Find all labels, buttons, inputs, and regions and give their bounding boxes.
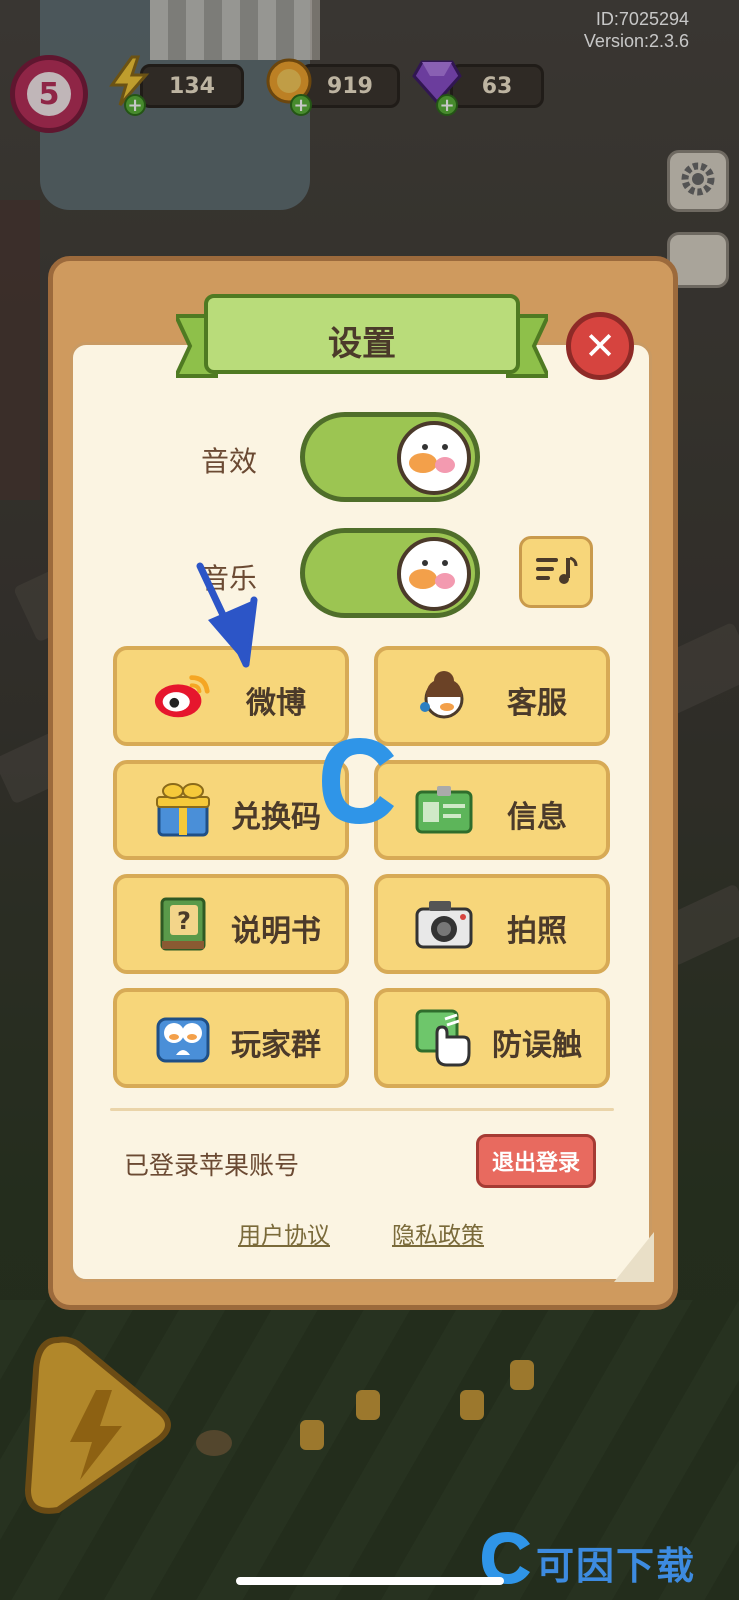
sound-effects-label: 音效 [201, 445, 258, 478]
weibo-icon [153, 666, 213, 726]
weibo-label: 微博 [246, 686, 306, 721]
manual-icon: ? [153, 894, 213, 954]
touch-guard-icon [414, 1008, 474, 1068]
login-status: 已登录苹果账号 [124, 1151, 300, 1180]
customer-service-label: 客服 [507, 686, 567, 721]
manual-label: 说明书 [231, 914, 321, 949]
player-group-button[interactable]: 玩家群 [113, 988, 349, 1088]
camera-button[interactable]: 拍照 [374, 874, 610, 974]
customer-service-icon [414, 666, 474, 726]
logout-button[interactable]: 退出登录 [476, 1134, 596, 1188]
title-ribbon: 设置 [176, 292, 548, 382]
info-button[interactable]: 信息 [374, 760, 610, 860]
touch-guard-label: 防误触 [492, 1028, 582, 1063]
home-indicator[interactable] [236, 1577, 504, 1585]
privacy-policy-link[interactable]: 隐私政策 [392, 1216, 484, 1250]
sound-effects-toggle[interactable] [300, 412, 480, 502]
watermark-logo-icon [322, 738, 394, 824]
close-button[interactable]: ✕ [566, 312, 634, 380]
user-agreement-link[interactable]: 用户协议 [238, 1216, 330, 1250]
redeem-code-button[interactable]: 兑换码 [113, 760, 349, 860]
player-group-icon [153, 1008, 213, 1068]
settings-title: 设置 [328, 324, 396, 364]
manual-button[interactable]: ? 说明书 [113, 874, 349, 974]
duck-face-icon [397, 421, 471, 495]
annotation-arrow [196, 562, 258, 668]
music-toggle[interactable] [300, 528, 480, 618]
divider [110, 1108, 614, 1111]
duck-face-icon [397, 537, 471, 611]
camera-label: 拍照 [507, 914, 567, 949]
playlist-icon [534, 552, 578, 592]
svg-text:?: ? [177, 907, 191, 935]
watermark-site-name: 可因下载 [536, 1544, 697, 1588]
playlist-button[interactable] [519, 536, 593, 608]
id-card-icon [414, 780, 474, 840]
info-label: 信息 [507, 800, 567, 835]
gift-icon [153, 780, 213, 840]
camera-icon [414, 894, 474, 954]
close-icon: ✕ [584, 324, 616, 368]
touch-guard-button[interactable]: 防误触 [374, 988, 610, 1088]
customer-service-button[interactable]: 客服 [374, 646, 610, 746]
player-group-label: 玩家群 [231, 1028, 321, 1063]
